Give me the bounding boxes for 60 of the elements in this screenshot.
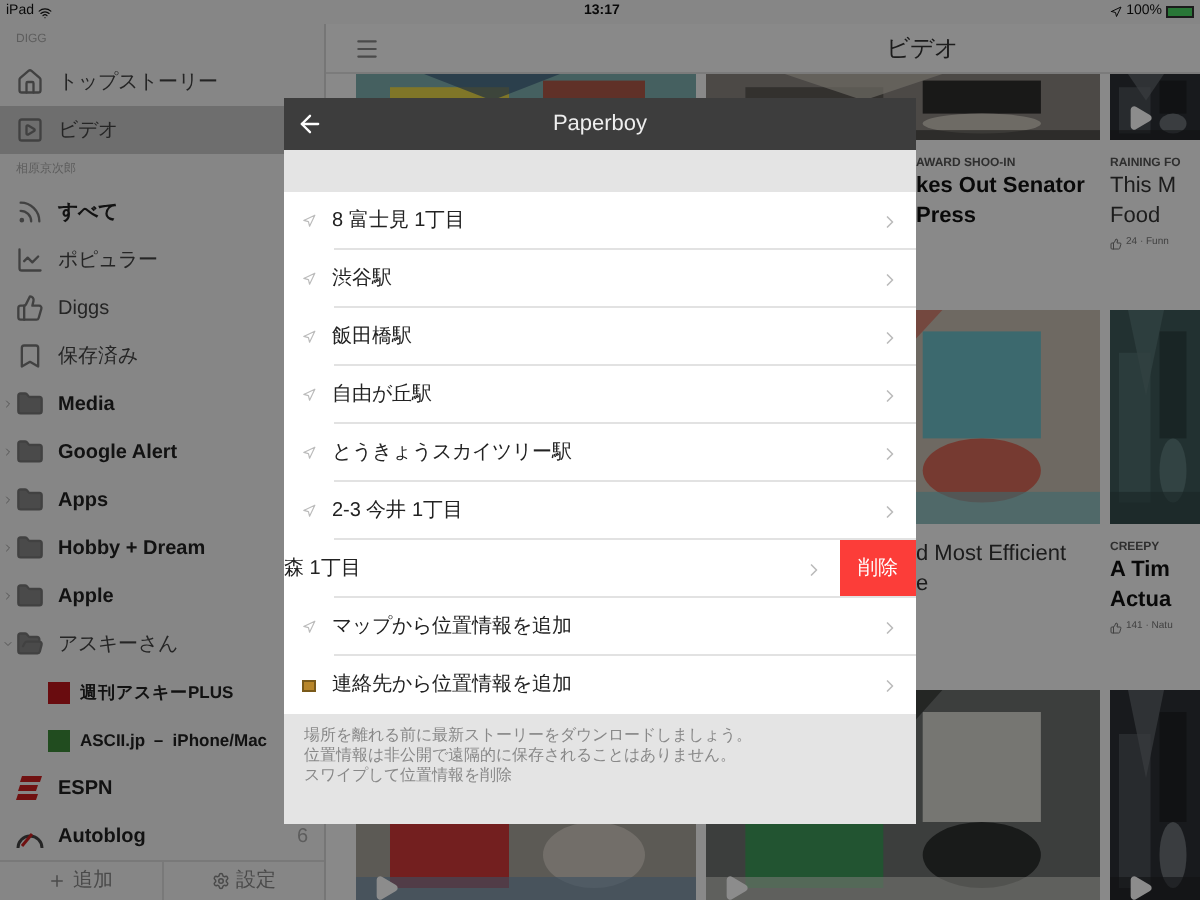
- video-icon: [16, 116, 44, 144]
- location-arrow-icon: [302, 446, 316, 460]
- collapsed-caret-icon[interactable]: [2, 494, 14, 506]
- location-arrow-icon: [302, 330, 316, 344]
- menu-icon[interactable]: [354, 35, 380, 61]
- home-icon: [16, 68, 44, 96]
- card-title-line[interactable]: Actua: [1110, 586, 1172, 616]
- thumbs-up-icon: [1110, 237, 1122, 250]
- play-icon[interactable]: [1126, 874, 1154, 900]
- folder-icon: [16, 438, 44, 466]
- card-title-line[interactable]: This M: [1110, 172, 1176, 202]
- collapsed-caret-icon[interactable]: [2, 590, 14, 602]
- sidebar-item[interactable]: トップストーリー: [0, 58, 324, 106]
- contact-book-icon: [302, 679, 316, 691]
- card-title-line[interactable]: e: [916, 570, 929, 600]
- chart-icon: [16, 246, 44, 274]
- collapsed-caret-icon[interactable]: [2, 446, 14, 458]
- location-arrow-icon: [302, 214, 316, 228]
- play-icon[interactable]: [1126, 104, 1154, 132]
- sidebar-item[interactable]: ASCII.jp － iPhone/Mac: [0, 716, 280, 764]
- collapsed-caret-icon[interactable]: [2, 542, 14, 554]
- folder-icon: [16, 582, 44, 610]
- note-line: 位置情報は非公開で遠隔的に保存されることはありません。: [304, 746, 738, 766]
- card-title-line[interactable]: Press: [916, 202, 976, 232]
- feed-logo-icon: [48, 681, 70, 703]
- play-icon[interactable]: [372, 874, 400, 900]
- card-title-line[interactable]: d Most Efficient: [916, 540, 1066, 570]
- note-line: 場所を離れる前に最新ストーリーをダウンロードしましょう。: [304, 726, 754, 746]
- stripes-icon: [16, 774, 44, 802]
- location-row[interactable]: 森 1丁目: [284, 540, 840, 598]
- note-line: スワイプして位置情報を削除: [304, 766, 514, 786]
- thumbs-up-icon: [1110, 621, 1122, 634]
- bookmark-icon: [16, 342, 44, 370]
- thumbs-up-icon: [16, 294, 44, 322]
- rss-icon: [16, 198, 44, 226]
- feed-logo-icon: [48, 729, 70, 751]
- dialog-title: Paperboy: [552, 109, 648, 140]
- location-icon: [1110, 6, 1123, 18]
- location-arrow-icon: [302, 272, 316, 286]
- location-arrow-icon: [302, 388, 316, 402]
- folder-icon: [16, 534, 44, 562]
- folder-icon: [16, 630, 44, 658]
- card-title-line[interactable]: Food: [1110, 202, 1161, 232]
- page-title: ビデオ: [886, 32, 958, 66]
- delete-button[interactable]: 削除: [840, 540, 916, 598]
- collapsed-caret-icon[interactable]: [2, 398, 14, 410]
- folder-icon: [16, 390, 44, 418]
- folder-icon: [16, 486, 44, 514]
- settings-icon: [211, 872, 230, 890]
- battery-icon: [1166, 6, 1194, 18]
- play-icon[interactable]: [722, 874, 750, 900]
- card-title-line[interactable]: A Tim: [1110, 556, 1170, 586]
- wifi-icon: [38, 5, 53, 19]
- location-arrow-icon: [302, 620, 316, 634]
- card-title-line[interactable]: kes Out Senator: [916, 172, 1085, 202]
- plus-icon: [48, 872, 67, 890]
- location-arrow-icon: [302, 504, 316, 518]
- back-icon[interactable]: [296, 110, 324, 138]
- sidebar-item[interactable]: 週刊アスキーPLUS: [0, 668, 280, 716]
- expanded-caret-icon[interactable]: [2, 638, 14, 650]
